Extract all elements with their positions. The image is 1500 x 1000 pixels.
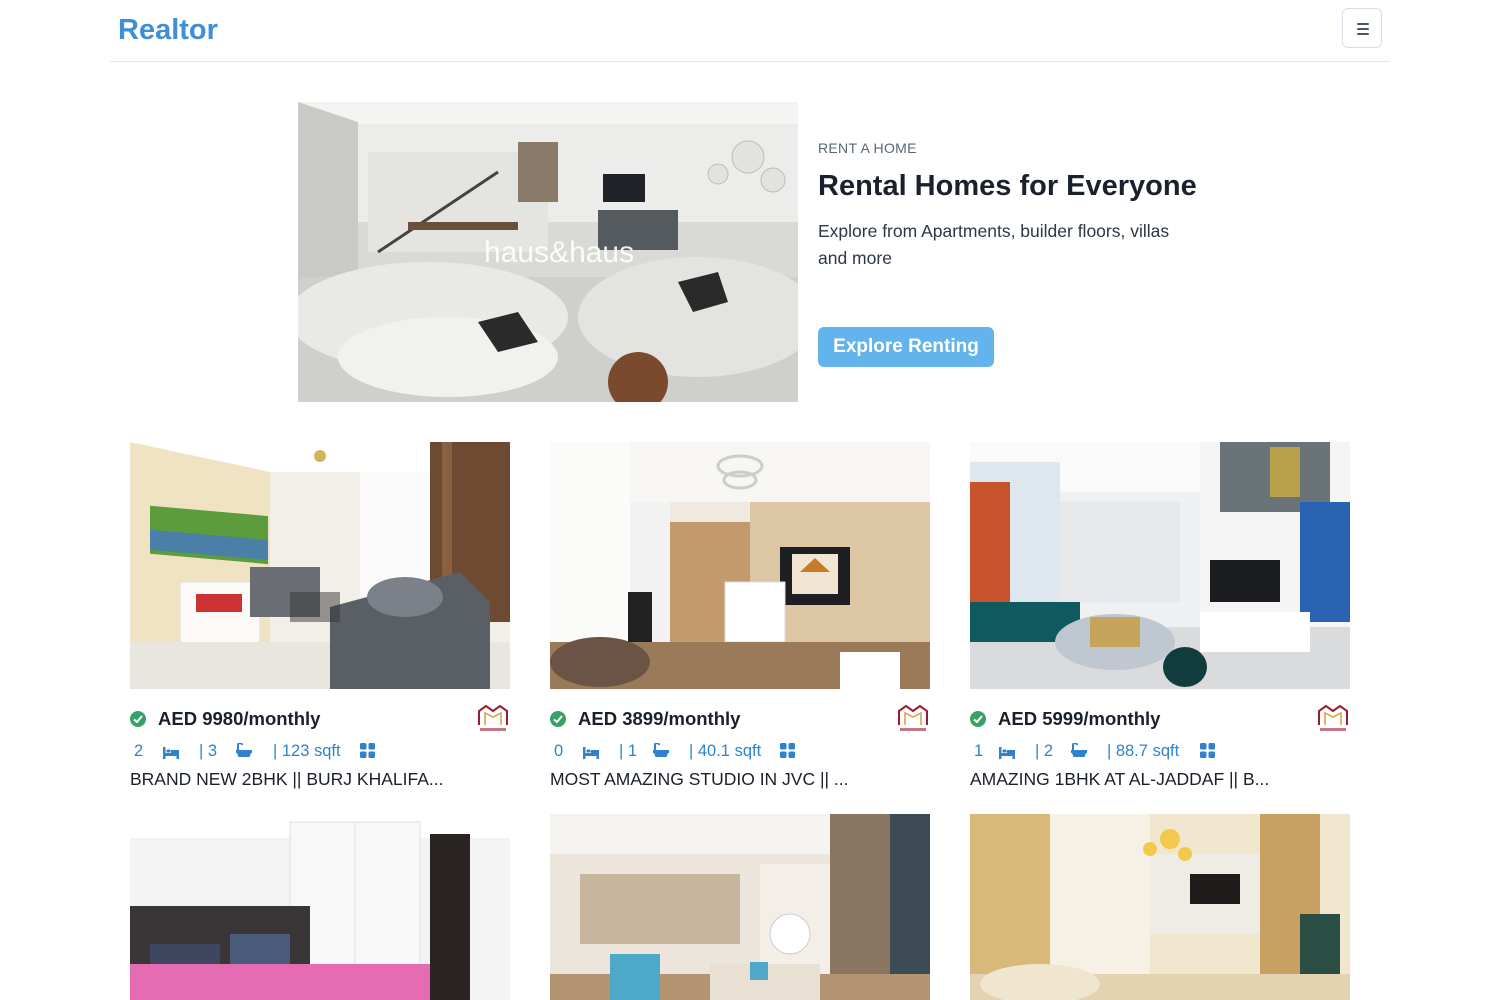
price-row: AED 5999/monthly: [970, 704, 1350, 733]
hero-image: haus&haus: [298, 102, 798, 402]
menu-button[interactable]: [1342, 8, 1382, 48]
area-value: | 123 sqft: [273, 742, 341, 760]
hero-title: Rental Homes for Everyone: [818, 170, 1197, 202]
bed-icon: [999, 745, 1015, 764]
bedroom-photo[interactable]: [130, 814, 510, 1000]
grid-icon: [780, 743, 795, 763]
hero-eyebrow: RENT A HOME: [818, 140, 917, 156]
brand-logo[interactable]: Realtor: [118, 14, 218, 47]
golden-living-room-photo[interactable]: [970, 814, 1350, 1000]
listing-title[interactable]: AMAZING 1BHK AT AL-JADDAF || B...: [970, 769, 1269, 790]
listing-price: AED 5999/monthly: [998, 708, 1161, 729]
area-value: | 88.7 sqft: [1107, 742, 1180, 760]
area-value: | 40.1 sqft: [689, 742, 762, 760]
hero-description: Explore from Apartments, builder floors,…: [818, 221, 1170, 268]
navbar: Realtor: [110, 0, 1390, 62]
hero-content: RENT A HOME Rental Homes for Everyone Ex…: [818, 140, 1198, 367]
grid-icon: [360, 743, 375, 763]
bath-icon: [1071, 742, 1087, 763]
agency-logo[interactable]: [896, 703, 930, 735]
explore-renting-button[interactable]: Explore Renting: [818, 327, 994, 367]
listing-price: AED 9980/monthly: [158, 708, 321, 729]
baths-count: | 2: [1035, 742, 1054, 760]
listing-stats: 0 | 1 | 40.1 sqft: [550, 740, 930, 762]
listing-photo[interactable]: [970, 442, 1350, 689]
check-circle-icon: [970, 711, 986, 727]
bath-icon: [653, 742, 669, 763]
check-circle-icon: [130, 711, 146, 727]
bed-icon: [163, 745, 179, 764]
watermark-text: haus&haus: [484, 236, 634, 269]
check-circle-icon: [550, 711, 566, 727]
living-room-photo[interactable]: [550, 814, 930, 1000]
listing-title[interactable]: BRAND NEW 2BHK || BURJ KHALIFA...: [130, 769, 443, 790]
rooms-count: 1: [974, 742, 984, 760]
baths-count: | 3: [199, 742, 218, 760]
agency-logo[interactable]: [1316, 703, 1350, 735]
bath-icon: [236, 742, 252, 763]
grid-icon: [1200, 743, 1215, 763]
bed-icon: [583, 745, 599, 764]
listing-title[interactable]: MOST AMAZING STUDIO IN JVC || ...: [550, 769, 849, 790]
price-row: AED 9980/monthly: [130, 704, 510, 733]
baths-count: | 1: [619, 742, 638, 760]
rooms-count: 2: [134, 742, 144, 760]
listing-price: AED 3899/monthly: [578, 708, 741, 729]
listing-photo[interactable]: [130, 442, 510, 689]
listing-stats: 2 | 3 | 123 sqft: [130, 740, 510, 762]
agency-logo[interactable]: [476, 703, 510, 735]
listing-stats: 1 | 2 | 88.7 sqft: [970, 740, 1350, 762]
price-row: AED 3899/monthly: [550, 704, 930, 733]
listing-photo[interactable]: [550, 442, 930, 689]
rooms-count: 0: [554, 742, 564, 760]
